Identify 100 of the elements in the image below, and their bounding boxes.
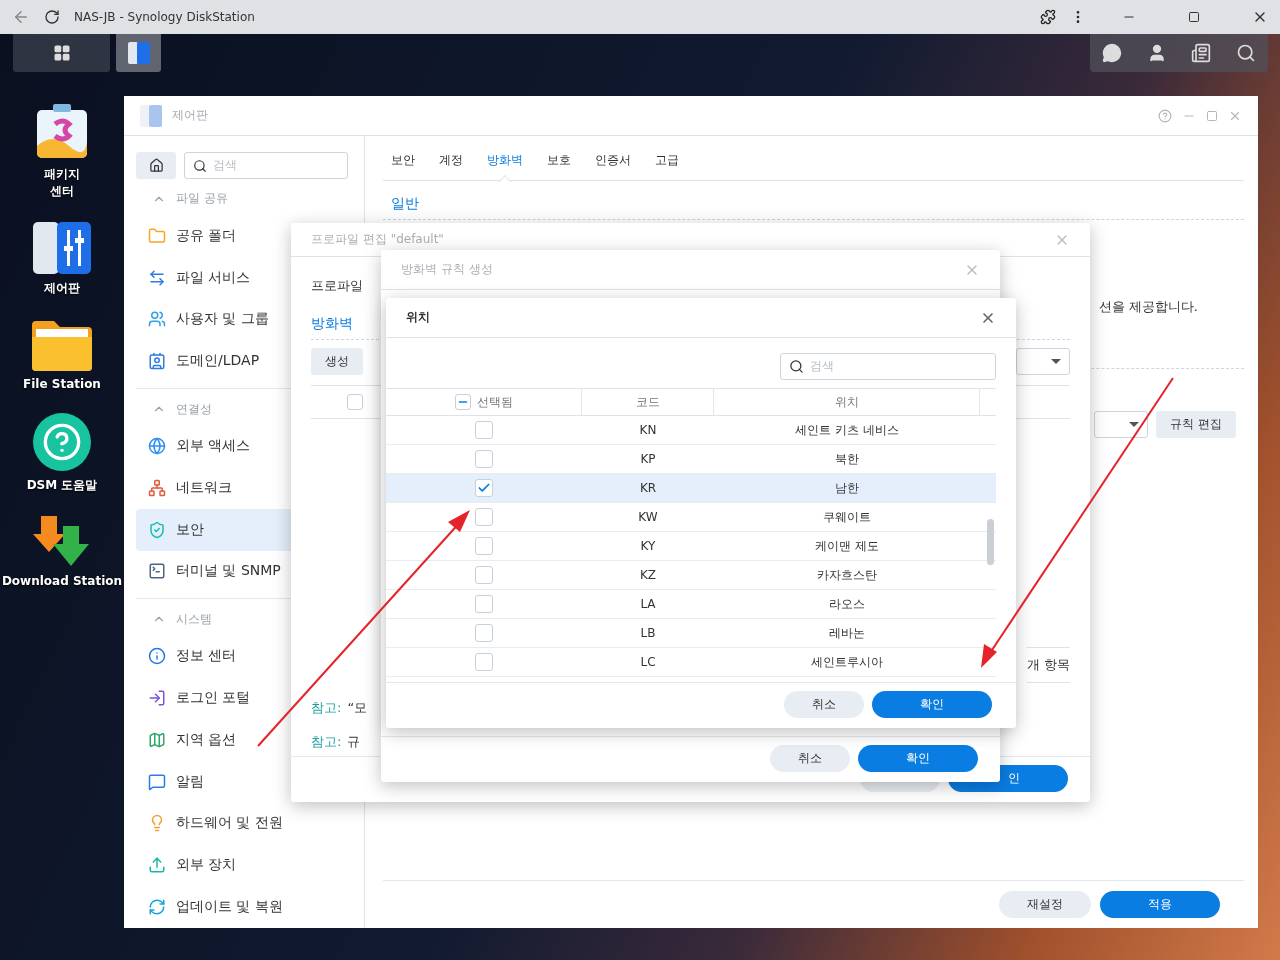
row-checkbox[interactable] [475,450,493,468]
description-text: 션을 제공합니다. [1098,298,1198,316]
confirm-button[interactable]: 확인 [872,691,992,718]
table-cell-text: KW [637,510,659,524]
extension-icon[interactable] [1040,9,1056,25]
shield-check-icon [148,520,166,539]
reload-icon[interactable] [44,9,60,25]
column-header[interactable]: 코드 [582,389,714,415]
table-cell-text: LA [639,597,657,611]
sidebar-item[interactable]: 정보 센터 [136,635,352,678]
info-icon [148,647,166,666]
contact-card-icon [148,352,166,371]
tab[interactable]: 보호 [547,152,571,180]
table-cell-text: 세인트루시아 [810,653,884,671]
taskbar-app-button[interactable] [116,34,161,72]
row-checkbox[interactable] [475,508,493,526]
table-cell-text: 세인트 키츠 네비스 [794,421,900,439]
transfer-arrows-icon [148,268,166,287]
search-icon [193,158,207,173]
cancel-button[interactable]: 취소 [784,691,864,718]
item-count: 개 항목 [1026,647,1070,683]
row-checkbox[interactable] [475,566,493,584]
sidebar-item[interactable]: 네트워크 [136,466,352,509]
table-cell-text: KR [638,481,658,495]
table-cell-text: LC [639,655,657,669]
table-row[interactable]: KZ 카자흐스탄 [386,561,996,590]
row-checkbox[interactable] [475,653,493,671]
table-cell-text: 라오스 [828,595,866,613]
note-text: 참고: “모 [311,699,368,717]
map-icon [148,730,166,749]
table-cell-text: 쿠웨이트 [822,508,872,526]
edit-rules-button[interactable]: 규칙 편집 [1156,411,1236,438]
cancel-button[interactable]: 취소 [770,745,850,772]
login-arrow-icon [148,689,166,707]
confirm-button[interactable]: 확인 [858,745,978,772]
control-panel-icon [33,222,91,274]
refresh-icon [148,898,166,917]
table-cell-text: KP [639,452,657,466]
row-checkbox[interactable] [475,624,493,642]
help-icon[interactable] [1158,108,1172,123]
table-row[interactable]: LA 라오스 [386,590,996,619]
row-checkbox[interactable] [475,421,493,439]
table-cell-text: KY [639,539,657,553]
table-cell-text: 레바논 [828,624,866,642]
folder-icon [148,226,166,245]
grid-icon [52,44,71,62]
create-button[interactable]: 생성 [311,348,363,375]
control-panel-icon [127,42,150,64]
sidebar-item[interactable]: 터미널 및 SNMP [136,550,352,593]
row-checkbox[interactable] [475,537,493,555]
table-cell-text: KN [638,423,658,437]
chat-icon[interactable] [1102,43,1123,63]
tab[interactable]: 인증서 [595,152,631,180]
control-panel-icon [140,104,162,127]
tab[interactable]: 방화벽 [487,152,523,180]
back-icon[interactable] [12,8,30,26]
maximize-icon[interactable] [1188,11,1200,23]
table-row[interactable]: KN 세인트 키츠 네비스 [386,416,996,445]
desktop-icon-label[interactable]: 제어판 [44,280,80,297]
dialog-title: 방화벽 규칙 생성 [401,261,493,278]
home-icon [148,158,164,173]
sidebar-item[interactable]: 알림 [136,760,352,803]
browser-title: NAS-JB - Synology DiskStation [74,10,256,24]
check-icon [477,481,491,495]
home-button[interactable] [136,152,176,179]
dropdown[interactable] [1016,348,1070,375]
table-cell-text: KZ [638,568,658,582]
globe-icon [148,436,166,455]
row-checkbox[interactable] [475,479,493,497]
desktop-icon-label[interactable]: Download Station [1,574,123,588]
column-header[interactable]: 선택됨 [476,393,513,411]
dialog-title: 위치 [406,309,430,326]
sidebar-item[interactable]: 외부 액세스 [136,425,352,467]
desktop-icon-label[interactable]: DSM 도움말 [26,477,98,494]
note-text: 참고: 규 [311,733,361,751]
tab[interactable]: 계정 [439,152,463,180]
checkbox[interactable] [347,394,363,410]
search-icon[interactable] [1235,43,1256,63]
column-header[interactable]: 위치 [714,389,980,415]
row-checkbox[interactable] [475,595,493,613]
tab[interactable]: 보안 [391,152,415,180]
apply-button[interactable]: 적용 [1100,891,1220,918]
profile-label: 프로파일 [311,277,364,295]
tab[interactable]: 고급 [655,152,679,180]
table-row[interactable]: LB 레바논 [386,619,996,648]
reset-button[interactable]: 재설정 [999,891,1091,918]
desktop-icon-label[interactable]: 패키지 센터 [44,166,80,200]
table-row[interactable]: KR 남한 [386,474,996,503]
desktop-icon-label[interactable]: File Station [23,377,101,391]
dropdown[interactable] [1094,411,1149,438]
search-icon [789,359,804,374]
sidebar-item[interactable]: 외부 장치 [136,844,352,887]
select-all-checkbox[interactable] [454,394,471,410]
sidebar-item[interactable]: 하드웨어 및 전원 [136,802,352,845]
table-cell-text: LB [639,626,657,640]
main-menu-button[interactable] [13,34,110,72]
scrollbar[interactable] [987,519,994,565]
sidebar-item[interactable]: 업데이트 및 복원 [136,886,352,929]
widgets-icon[interactable] [1191,43,1212,63]
upload-icon [148,856,166,875]
